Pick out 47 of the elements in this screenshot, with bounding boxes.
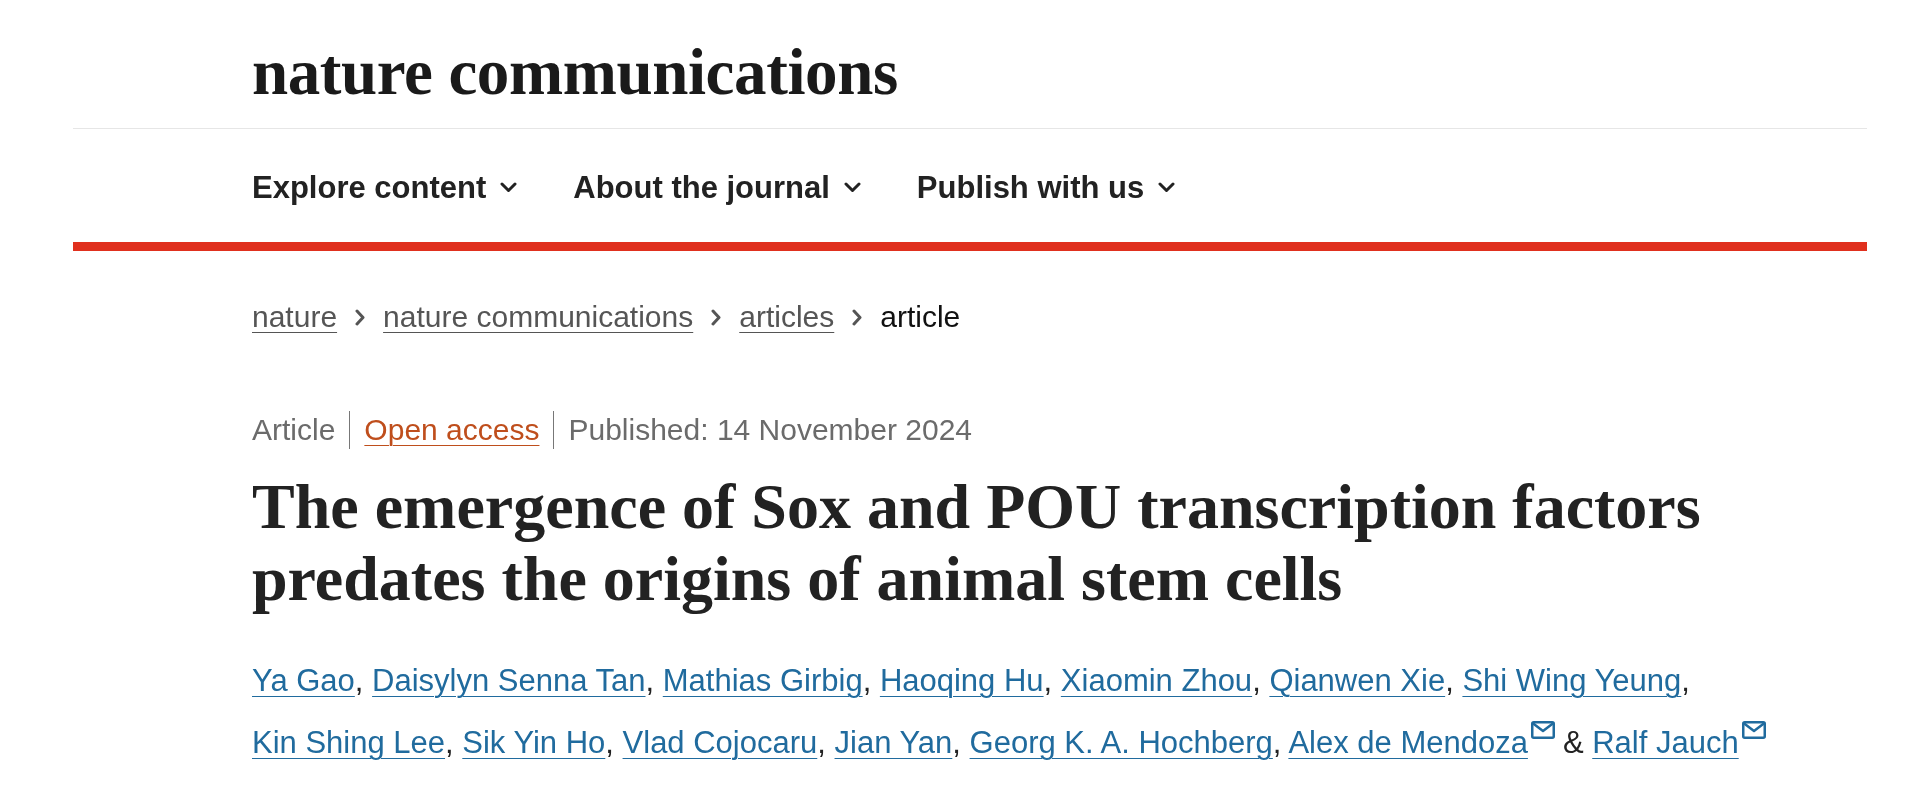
nav-menu-button[interactable]: About the journal	[573, 169, 861, 206]
author-link[interactable]: Alex de Mendoza	[1288, 725, 1528, 760]
breadcrumb-link[interactable]: articles	[739, 300, 835, 334]
open-access-link[interactable]: Open access	[364, 413, 540, 447]
published-date: Published: 14 November 2024	[568, 413, 973, 447]
chevron-right-icon	[355, 308, 366, 326]
chevron-right-icon	[711, 308, 722, 326]
breadcrumb-link[interactable]: nature communications	[383, 300, 694, 334]
breadcrumb-link[interactable]: nature	[252, 300, 338, 334]
author-link[interactable]: Georg K. A. Hochberg	[969, 725, 1273, 760]
author-link[interactable]: Haoqing Hu	[879, 663, 1044, 698]
article-title: The emergence of Sox and POU transcription factors predates the origins of animal stem cells	[252, 471, 1702, 615]
author-separator: ,	[354, 663, 364, 698]
chevron-down-icon	[500, 182, 518, 193]
author-separator: ,	[862, 663, 872, 698]
author-link[interactable]: Ralf Jauch	[1592, 725, 1739, 760]
author-link[interactable]: Shi Wing Yeung	[1462, 663, 1682, 698]
author-link[interactable]: Daisylyn Senna Tan	[372, 663, 646, 698]
author-separator: ,	[1272, 725, 1282, 760]
author-separator: ,	[952, 725, 961, 760]
nav-menu-button[interactable]: Explore content	[252, 169, 518, 206]
nav-menu-button[interactable]: Publish with us	[916, 169, 1176, 206]
author-link[interactable]: Qianwen Xie	[1269, 663, 1446, 698]
author-separator: ,	[1252, 663, 1261, 698]
author-link[interactable]: Xiaomin Zhou	[1060, 663, 1253, 698]
author-separator: ,	[1445, 663, 1454, 698]
author-separator: ,	[445, 725, 454, 760]
author-link[interactable]: Mathias Girbig	[662, 663, 863, 698]
article-type-label: Article	[252, 413, 336, 447]
author-separator: ,	[1681, 663, 1690, 698]
author-separator: ,	[1043, 663, 1053, 698]
author-separator: ,	[645, 663, 655, 698]
author-link[interactable]: Ya Gao	[252, 663, 355, 698]
journal-logo[interactable]: nature communications	[252, 40, 898, 104]
email-icon[interactable]	[1741, 721, 1766, 739]
email-icon[interactable]	[1530, 721, 1555, 739]
breadcrumb-current: article	[880, 300, 961, 334]
chevron-right-icon	[852, 308, 863, 326]
author-separator: ,	[605, 725, 614, 760]
chevron-down-icon	[1158, 182, 1176, 193]
chevron-down-icon	[843, 182, 861, 193]
author-separator: ,	[817, 725, 826, 760]
author-link[interactable]: Vlad Cojocaru	[622, 725, 818, 760]
author-link[interactable]: Jian Yan	[834, 725, 953, 760]
author-link[interactable]: Sik Yin Ho	[462, 725, 606, 760]
author-separator: &	[1562, 725, 1584, 760]
author-link[interactable]: Kin Shing Lee	[252, 725, 446, 760]
